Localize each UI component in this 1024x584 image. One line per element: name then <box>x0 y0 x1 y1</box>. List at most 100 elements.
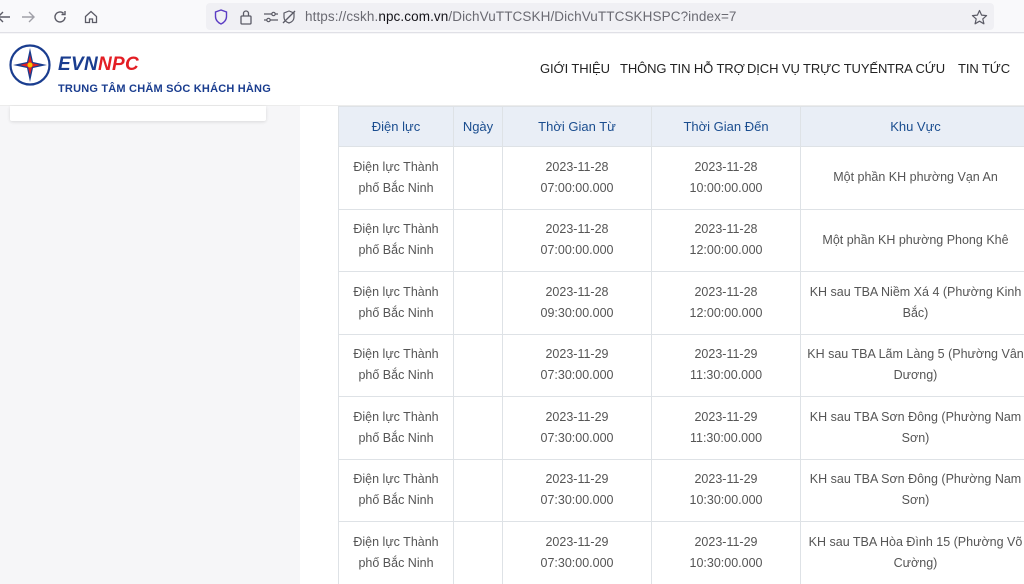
cell-thoi-gian-tu: 2023-11-28 07:00:00.000 <box>502 208 652 272</box>
cell-thoi-gian-den-line: 12:00:00.000 <box>689 305 763 320</box>
cell-dien-luc-line: phố Bắc Ninh <box>358 368 434 383</box>
cell-dien-luc: Điện lực Thành phố Bắc Ninh <box>338 146 454 210</box>
site-header: EVNNPC TRUNG TÂM CHĂM SÓC KHÁCH HÀNG GIỚ… <box>0 34 1024 106</box>
cell-thoi-gian-den-line: 2023-11-29 <box>694 409 758 424</box>
url-text[interactable]: https://cskh.npc.com.vn/DichVuTTCSKH/Dic… <box>305 9 737 24</box>
table-row: Điện lực Thành phố Bắc Ninh 2023-11-29 07:3… <box>338 521 1024 584</box>
column-header-khu-vuc[interactable]: Khu Vực <box>800 106 1024 147</box>
cell-thoi-gian-tu: 2023-11-28 09:30:00.000 <box>502 271 652 335</box>
cell-khu-vuc: Một phần KH phường Vạn An <box>800 146 1024 210</box>
tracking-off-icon[interactable] <box>280 8 298 26</box>
nav-gioi-thieu[interactable]: GIỚI THIỆU <box>540 61 610 76</box>
cell-thoi-gian-tu-line: 2023-11-29 <box>545 472 609 487</box>
cell-ngay <box>453 458 503 522</box>
table-row: Điện lực Thành phố Bắc Ninh 2023-11-28 07:0… <box>338 208 1024 272</box>
cell-khu-vuc-line: Dương) <box>893 368 938 383</box>
cell-dien-luc-line: Điện lực Thành <box>353 409 439 424</box>
cell-thoi-gian-tu-line: 2023-11-28 <box>545 284 609 299</box>
cell-thoi-gian-den: 2023-11-29 10:30:00.000 <box>651 521 801 584</box>
cell-ngay <box>453 333 503 397</box>
nav-tin-tuc[interactable]: TIN TỨC <box>958 61 1010 76</box>
cell-khu-vuc-line: KH sau TBA Sơn Đông (Phường Nam <box>809 472 1022 487</box>
logo-subtitle: TRUNG TÂM CHĂM SÓC KHÁCH HÀNG <box>58 83 271 95</box>
cell-thoi-gian-tu-line: 2023-11-29 <box>545 347 609 362</box>
cell-ngay <box>453 521 503 584</box>
cell-thoi-gian-tu: 2023-11-29 07:30:00.000 <box>502 396 652 460</box>
reload-icon[interactable] <box>48 5 72 29</box>
cell-dien-luc-line: phố Bắc Ninh <box>358 180 434 195</box>
column-header-dien-luc[interactable]: Điện lực <box>338 106 454 147</box>
cell-thoi-gian-tu-line: 07:00:00.000 <box>540 180 614 195</box>
cell-khu-vuc: KH sau TBA Hòa Đình 15 (Phường Võ Cường) <box>800 521 1024 584</box>
cell-thoi-gian-tu: 2023-11-29 07:30:00.000 <box>502 458 652 522</box>
cell-thoi-gian-tu-line: 07:00:00.000 <box>540 243 614 258</box>
cell-khu-vuc-line: KH sau TBA Lãm Làng 5 (Phường Vân <box>807 347 1024 362</box>
home-icon[interactable] <box>79 5 103 29</box>
cell-thoi-gian-den: 2023-11-28 12:00:00.000 <box>651 271 801 335</box>
cell-ngay <box>453 396 503 460</box>
cell-thoi-gian-tu-line: 2023-11-29 <box>545 409 609 424</box>
cell-thoi-gian-tu-line: 09:30:00.000 <box>540 305 614 320</box>
nav-tra-cuu[interactable]: TRA CỨU <box>887 61 945 76</box>
cell-thoi-gian-den-line: 11:30:00.000 <box>689 368 763 383</box>
table-row: Điện lực Thành phố Bắc Ninh 2023-11-29 07:3… <box>338 396 1024 460</box>
cell-thoi-gian-den-line: 10:00:00.000 <box>689 180 763 195</box>
logo-wordmark[interactable]: EVNNPC <box>58 54 139 76</box>
cell-dien-luc-line: Điện lực Thành <box>353 159 439 174</box>
address-bar[interactable]: https://cskh.npc.com.vn/DichVuTTCSKH/Dic… <box>206 3 994 30</box>
cell-thoi-gian-tu-line: 07:30:00.000 <box>540 555 614 570</box>
cell-thoi-gian-den: 2023-11-28 12:00:00.000 <box>651 208 801 272</box>
cell-thoi-gian-tu-line: 2023-11-28 <box>545 159 609 174</box>
table-row: Điện lực Thành phố Bắc Ninh 2023-11-29 07:3… <box>338 333 1024 397</box>
cell-thoi-gian-den: 2023-11-29 10:30:00.000 <box>651 458 801 522</box>
cell-thoi-gian-den: 2023-11-29 11:30:00.000 <box>651 396 801 460</box>
column-header-thoi-gian-tu[interactable]: Thời Gian Từ <box>502 106 652 147</box>
cell-khu-vuc-line: KH sau TBA Sơn Đông (Phường Nam <box>809 409 1022 424</box>
back-arrow-icon[interactable] <box>0 5 16 29</box>
cell-thoi-gian-den-line: 2023-11-28 <box>694 222 758 237</box>
table-row: Điện lực Thành phố Bắc Ninh 2023-11-28 07:0… <box>338 146 1024 210</box>
shield-icon[interactable] <box>212 8 230 26</box>
cell-khu-vuc-line: Cường) <box>893 555 938 570</box>
cell-thoi-gian-tu-line: 2023-11-28 <box>545 222 609 237</box>
table-row: Điện lực Thành phố Bắc Ninh 2023-11-28 09:3… <box>338 271 1024 335</box>
cell-thoi-gian-den-line: 2023-11-28 <box>694 159 758 174</box>
cell-thoi-gian-den-line: 2023-11-28 <box>694 284 758 299</box>
cell-dien-luc: Điện lực Thành phố Bắc Ninh <box>338 271 454 335</box>
nav-dich-vu-truc-tuyen[interactable]: DỊCH VỤ TRỰC TUYẾN <box>747 61 887 76</box>
cell-khu-vuc-line: Sơn) <box>901 493 930 508</box>
permissions-icon[interactable] <box>262 8 280 26</box>
forward-arrow-icon[interactable] <box>16 5 40 29</box>
cell-thoi-gian-den-line: 10:30:00.000 <box>689 555 763 570</box>
cell-thoi-gian-den-line: 2023-11-29 <box>694 534 758 549</box>
cell-dien-luc-line: Điện lực Thành <box>353 472 439 487</box>
cell-dien-luc: Điện lực Thành phố Bắc Ninh <box>338 333 454 397</box>
lock-icon[interactable] <box>237 8 255 26</box>
cell-khu-vuc-line: KH sau TBA Hòa Đình 15 (Phường Võ <box>808 534 1023 549</box>
cell-thoi-gian-den: 2023-11-28 10:00:00.000 <box>651 146 801 210</box>
column-header-thoi-gian-den[interactable]: Thời Gian Đến <box>651 106 801 147</box>
cell-dien-luc-line: Điện lực Thành <box>353 284 439 299</box>
cell-dien-luc-line: phố Bắc Ninh <box>358 493 434 508</box>
nav-thong-tin-ho-tro[interactable]: THÔNG TIN HỖ TRỢ <box>620 61 745 76</box>
sidebar-card <box>10 106 266 121</box>
cell-khu-vuc: KH sau TBA Sơn Đông (Phường Nam Sơn) <box>800 396 1024 460</box>
bookmark-star-icon[interactable] <box>967 5 991 29</box>
cell-khu-vuc-line: Sơn) <box>901 430 930 445</box>
table-body: Điện lực Thành phố Bắc Ninh 2023-11-28 07:0… <box>338 146 1024 584</box>
evn-logo-icon[interactable] <box>9 44 51 86</box>
cell-khu-vuc-line: Một phần KH phường Vạn An <box>833 170 998 185</box>
cell-khu-vuc-line: KH sau TBA Niềm Xá 4 (Phường Kinh <box>809 284 1022 299</box>
cell-thoi-gian-den-line: 2023-11-29 <box>694 347 758 362</box>
cell-khu-vuc-line: Một phần KH phường Phong Khê <box>822 232 1009 247</box>
column-header-ngay[interactable]: Ngày <box>453 106 503 147</box>
cell-thoi-gian-tu-line: 07:30:00.000 <box>540 430 614 445</box>
cell-thoi-gian-tu-line: 07:30:00.000 <box>540 368 614 383</box>
cell-khu-vuc: KH sau TBA Sơn Đông (Phường Nam Sơn) <box>800 458 1024 522</box>
browser-toolbar: https://cskh.npc.com.vn/DichVuTTCSKH/Dic… <box>0 0 1024 33</box>
cell-dien-luc: Điện lực Thành phố Bắc Ninh <box>338 396 454 460</box>
table-header-row: Điện lực Ngày Thời Gian Từ Thời Gian Đến… <box>338 106 1024 147</box>
cell-dien-luc-line: phố Bắc Ninh <box>358 430 434 445</box>
cell-thoi-gian-tu-line: 2023-11-29 <box>545 534 609 549</box>
cell-thoi-gian-den-line: 2023-11-29 <box>694 472 758 487</box>
